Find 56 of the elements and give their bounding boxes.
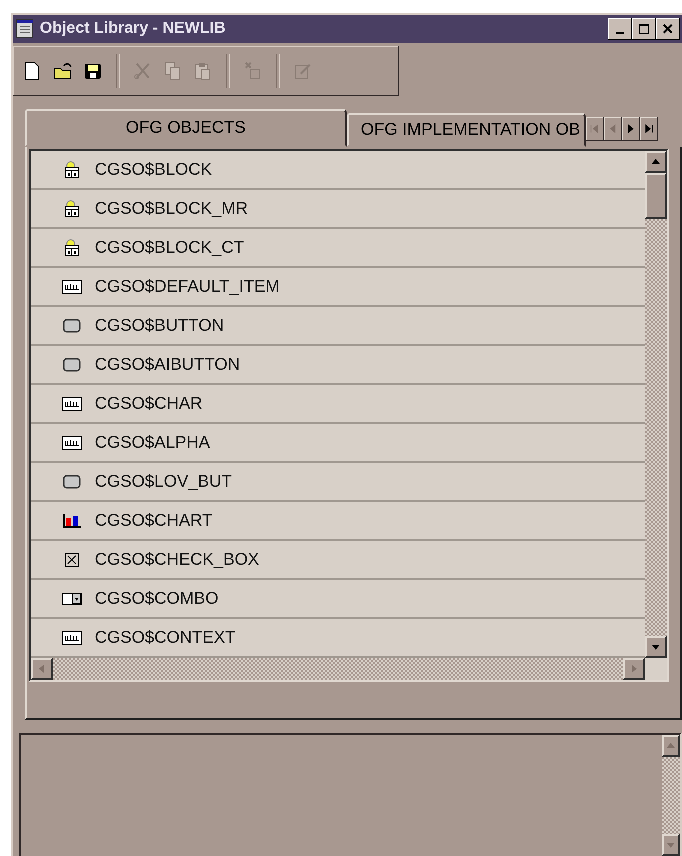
list-item[interactable]: CGSO$AIBUTTON [31, 346, 645, 385]
list-item[interactable]: CGSO$BLOCK [31, 151, 645, 190]
button-icon [63, 318, 81, 332]
scroll-left-button[interactable] [31, 658, 53, 680]
down-arrow-icon [666, 840, 676, 850]
scroll-up-button[interactable] [662, 735, 680, 757]
scrollbar-corner [645, 658, 667, 680]
left-arrow-icon [37, 664, 47, 674]
maximize-button[interactable] [632, 18, 656, 40]
down-arrow-icon [651, 642, 661, 652]
up-arrow-icon [666, 741, 676, 751]
button-icon [63, 474, 81, 488]
text-field-icon [62, 396, 82, 410]
list-item[interactable]: CGSO$CHART [31, 502, 645, 541]
close-button[interactable] [656, 18, 680, 40]
block-icon [63, 200, 81, 218]
combo-box-icon [62, 592, 82, 604]
last-tab-button[interactable] [640, 117, 658, 141]
list-item[interactable]: CGSO$CHECK_BOX [31, 541, 645, 580]
close-icon [662, 23, 674, 35]
text-field-icon [62, 436, 82, 450]
list-item[interactable]: CGSO$ALPHA [31, 424, 645, 463]
copy-icon [163, 61, 183, 81]
text-field-icon [62, 280, 82, 294]
window-title: Object Library - NEWLIB [40, 20, 227, 38]
create-icon [243, 61, 263, 81]
text-field-icon [62, 630, 82, 644]
list-item[interactable]: CGSO$DEFAULT_ITEM [31, 268, 645, 307]
block-icon [63, 238, 81, 256]
button-icon [63, 358, 81, 372]
list-item[interactable]: CGSO$BLOCK_CT [31, 229, 645, 268]
checkbox-icon [65, 552, 79, 566]
list-item[interactable]: CGSO$LOV_BUT [31, 463, 645, 502]
chart-icon [63, 514, 81, 528]
list-item[interactable]: CGSO$BUTTON [31, 307, 645, 346]
tab[interactable]: OFG OBJECTS [25, 109, 347, 147]
up-arrow-icon [651, 157, 661, 167]
list-item[interactable]: CGSO$COMBO [31, 580, 645, 619]
library-icon [16, 19, 34, 39]
scroll-thumb[interactable] [645, 173, 667, 219]
scroll-down-button[interactable] [645, 636, 667, 658]
list-item[interactable]: CGSO$CHAR [31, 385, 645, 424]
scroll-right-button[interactable] [623, 658, 645, 680]
paste-icon [193, 61, 213, 81]
block-icon [63, 160, 81, 178]
minimize-icon [616, 32, 624, 34]
scroll-up-button[interactable] [645, 151, 667, 173]
save-icon [83, 61, 103, 81]
scroll-down-button[interactable] [662, 834, 680, 856]
right-arrow-icon [629, 664, 639, 674]
list-item[interactable]: CGSO$BLOCK_MR [31, 190, 645, 229]
next-tab-button[interactable] [622, 117, 640, 141]
tab[interactable]: OFG IMPLEMENTATION OB [347, 113, 586, 147]
minimize-button[interactable] [608, 18, 632, 40]
maximize-icon [638, 23, 650, 35]
folder-icon [53, 61, 73, 81]
